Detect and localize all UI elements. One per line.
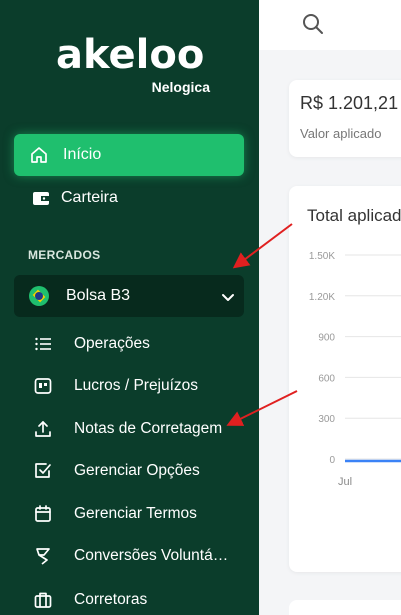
chart: 1.50K 1.20K 900 600 300 0Jul: [309, 251, 401, 488]
logo-subtitle: Nelogica: [151, 79, 210, 95]
akeloo-logo[interactable]: akeloo Nelogica: [56, 32, 216, 102]
calendar-icon: [32, 503, 54, 525]
home-icon: [28, 144, 50, 166]
x-tick-label: Jul: [338, 476, 352, 488]
nav-item-label: Início: [63, 146, 102, 163]
y-tick-label: 0: [329, 455, 335, 466]
chart-card-total-aplicado: Total aplicado 1.50K 1.20K 900 600 300 0 Jul: [289, 186, 401, 572]
sidebar-item-label: Lucros / Prejuízos: [74, 377, 199, 394]
section-title-mercados: MERCADOS: [28, 248, 101, 262]
checkbox-icon: [32, 460, 54, 482]
nav-item-inicio[interactable]: Início: [14, 134, 244, 176]
sidebar-item-operacoes[interactable]: Operações: [32, 329, 242, 359]
y-tick-label: 300: [318, 414, 335, 425]
sidebar-item-gerenciar-opcoes[interactable]: Gerenciar Opções: [32, 456, 242, 486]
market-select-bolsa-b3[interactable]: Bolsa B3: [14, 275, 244, 317]
sidebar: akeloo Nelogica Início Carteira MERCADOS…: [0, 0, 259, 615]
y-tick-label: 900: [318, 333, 335, 344]
sidebar-item-label: Conversões Voluntárias: [74, 547, 230, 564]
chevron-down-icon: [220, 289, 236, 305]
sidebar-item-conversoes-voluntarias[interactable]: Conversões Voluntárias: [32, 541, 242, 571]
list-icon: [32, 333, 54, 355]
y-tick-label: 1.50K: [309, 251, 335, 262]
chart-card-icon: [32, 375, 54, 397]
briefcase-icon: [32, 589, 54, 611]
top-bar: [259, 0, 401, 50]
y-tick-label: 1.20K: [309, 292, 335, 303]
stat-card-valor-aplicado: R$ 1.201,21 Valor aplicado: [289, 80, 401, 157]
nav-item-label: Carteira: [61, 189, 118, 206]
market-label: Bolsa B3: [66, 287, 131, 304]
stat-label: Valor aplicado: [300, 126, 382, 141]
sidebar-item-notas-de-corretagem[interactable]: Notas de Corretagem: [32, 414, 242, 444]
logo-wordmark: akeloo: [56, 32, 205, 78]
sidebar-item-label: Gerenciar Termos: [74, 505, 197, 522]
sidebar-item-lucros-prejuizos[interactable]: Lucros / Prejuízos: [32, 371, 242, 401]
search-icon[interactable]: [301, 12, 325, 36]
wallet-icon: [30, 187, 52, 209]
filter-icon: [32, 545, 54, 567]
brazil-flag-icon: [29, 286, 49, 306]
stat-value: R$ 1.201,21: [300, 93, 399, 113]
sidebar-item-corretoras[interactable]: Corretoras: [32, 585, 242, 615]
sidebar-item-label: Operações: [74, 335, 150, 352]
upload-icon: [32, 418, 54, 440]
y-tick-label: 600: [318, 373, 335, 384]
bottom-card: [289, 600, 401, 615]
nav-item-carteira[interactable]: Carteira: [18, 177, 248, 219]
sidebar-item-gerenciar-termos[interactable]: Gerenciar Termos: [32, 499, 242, 529]
sidebar-item-label: Notas de Corretagem: [74, 420, 223, 437]
sidebar-item-label: Gerenciar Opções: [74, 462, 200, 479]
sidebar-item-label: Corretoras: [74, 591, 148, 608]
